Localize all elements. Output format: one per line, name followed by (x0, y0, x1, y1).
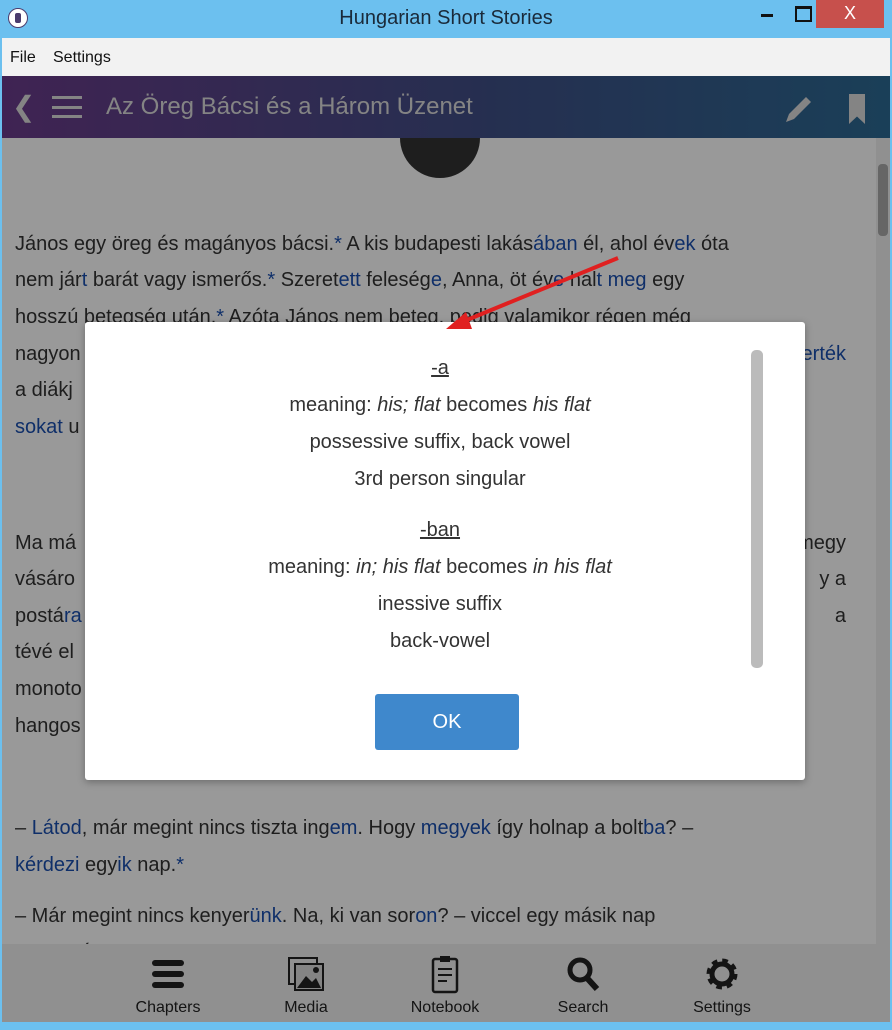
suffix-dialog: -a meaning: his; flat becomes his flat p… (85, 322, 805, 780)
suffix-note: 3rd person singular (354, 468, 526, 490)
minimize-button[interactable] (752, 0, 782, 28)
app-content: János egy öreg és magányos bácsi.* A kis… (2, 76, 890, 1022)
ok-button[interactable]: OK (375, 694, 519, 750)
suffix-meaning: meaning: his; flat becomes his flat (289, 394, 591, 416)
suffix-entry: -a meaning: his; flat becomes his flat p… (85, 350, 795, 498)
title-bar: Hungarian Short Stories X (0, 0, 892, 38)
suffix-meaning: meaning: in; his flat becomes in his fla… (268, 556, 612, 578)
suffix-head: -a (431, 357, 449, 379)
menu-settings[interactable]: Settings (53, 49, 111, 67)
suffix-type: inessive suffix (377, 593, 503, 615)
suffix-head: -ban (419, 519, 461, 541)
suffix-entry: -ban meaning: in; his flat becomes in hi… (85, 512, 795, 660)
menu-bar: File Settings (2, 38, 890, 76)
close-button[interactable]: X (816, 0, 884, 28)
menu-file[interactable]: File (10, 49, 36, 67)
suffix-note: back-vowel (389, 630, 491, 652)
suffix-type: possessive suffix, back vowel (309, 431, 571, 453)
maximize-button[interactable] (786, 0, 816, 28)
